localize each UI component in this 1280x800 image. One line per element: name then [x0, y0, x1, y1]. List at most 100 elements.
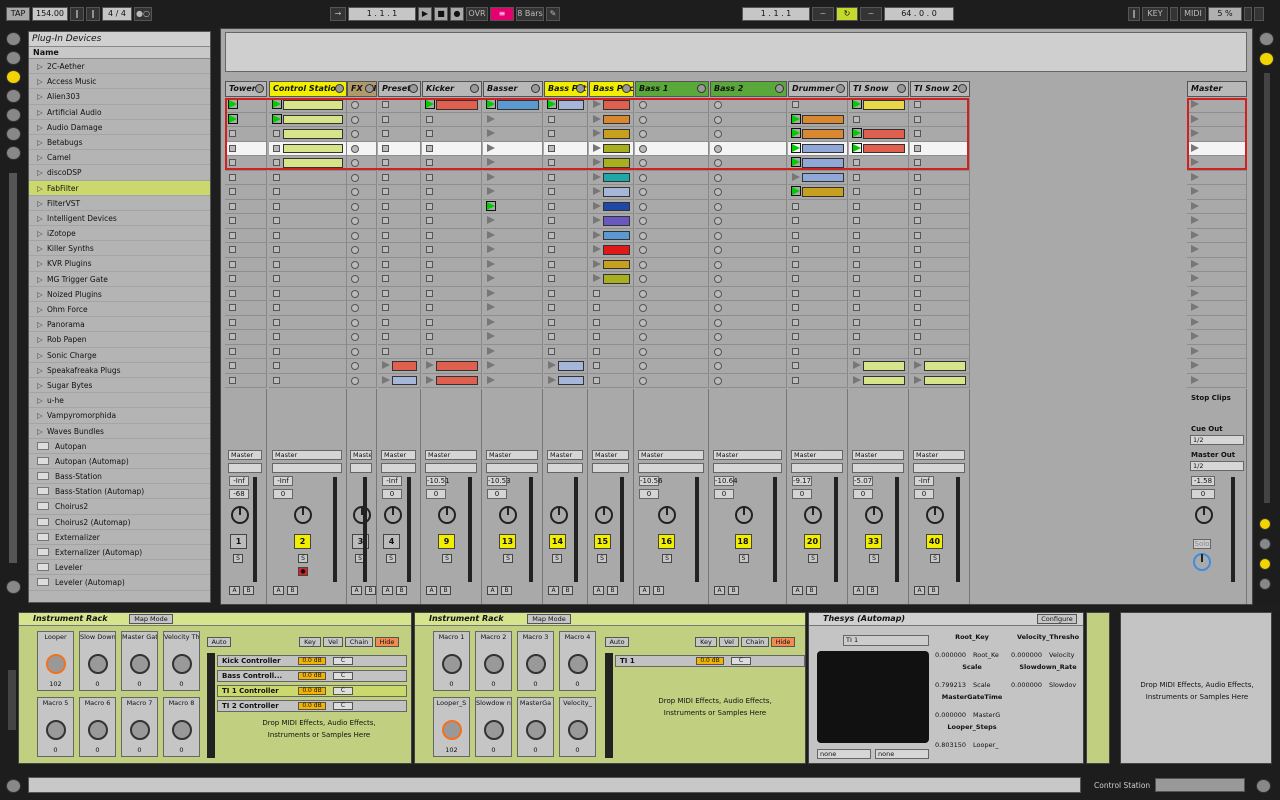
clip-slot[interactable] — [347, 156, 376, 171]
browser-item[interactable]: ▷ Rob Papen — [29, 332, 210, 348]
volume-value[interactable]: -10.51 — [426, 476, 450, 486]
play-clip-icon[interactable] — [791, 113, 801, 124]
browser-item[interactable]: ▷ Betabugs — [29, 135, 210, 151]
stop-button-icon[interactable] — [273, 347, 280, 355]
pan-knob[interactable] — [865, 506, 883, 524]
play-clip-icon[interactable] — [228, 113, 238, 124]
browser-item[interactable]: ▷ iZotope — [29, 226, 210, 242]
track-fold-icon[interactable] — [365, 84, 374, 93]
clip-slot[interactable] — [635, 316, 708, 330]
record-slot-icon[interactable] — [714, 231, 722, 240]
stop-button-icon[interactable] — [382, 347, 389, 355]
stop-button-icon[interactable] — [548, 159, 555, 166]
clip[interactable] — [603, 143, 630, 153]
clip-slot[interactable] — [589, 272, 633, 287]
clip-slot[interactable] — [483, 156, 542, 171]
knob-dial-icon[interactable] — [442, 654, 462, 674]
stop-button-icon[interactable] — [382, 202, 389, 210]
track-header-9[interactable]: Bass 2 — [710, 81, 787, 97]
param-value[interactable]: 0.000000 — [935, 651, 969, 659]
play-clip-icon[interactable] — [426, 375, 434, 384]
volume-value[interactable]: -10.53 — [487, 476, 511, 486]
output-channel-select[interactable] — [381, 463, 416, 473]
stop-button-icon[interactable] — [593, 318, 600, 326]
stop-button-icon[interactable] — [853, 231, 860, 239]
rack-1-vel-tab[interactable]: Vel — [323, 637, 343, 647]
macro-knob-7[interactable]: Macro 7 0 — [121, 697, 158, 757]
metronome-button[interactable]: ●○ — [134, 7, 152, 21]
browser-item[interactable]: ▷ Killer Synths — [29, 241, 210, 257]
thesys-chain-select[interactable]: TI 1 — [843, 635, 929, 646]
stop-button-icon[interactable] — [853, 275, 860, 282]
clip-slot[interactable] — [849, 345, 908, 359]
master-pan-knob[interactable] — [1195, 506, 1213, 524]
browser-item[interactable]: ▷ Camel — [29, 150, 210, 166]
play-clip-icon[interactable] — [593, 100, 601, 108]
clip-slot[interactable] — [544, 113, 587, 127]
clip-slot[interactable] — [849, 214, 908, 229]
track-fold-icon[interactable] — [531, 84, 540, 93]
record-slot-icon[interactable] — [639, 275, 647, 283]
stop-button-icon[interactable] — [914, 115, 921, 123]
io-toggle-icon[interactable] — [1259, 518, 1271, 530]
crossfade-a-button[interactable]: A — [914, 586, 925, 595]
pan-knob[interactable] — [294, 506, 312, 524]
macro-knob-6[interactable]: Macro 6 0 — [79, 697, 116, 757]
clip-slot[interactable] — [422, 200, 481, 214]
volume-value[interactable]: -Inf — [229, 476, 249, 486]
clip-slot[interactable] — [269, 243, 346, 258]
clip-slot[interactable] — [269, 272, 346, 287]
stop-button-icon[interactable] — [548, 304, 555, 311]
track-header-2[interactable]: FX MI — [347, 81, 377, 97]
crossfade-b-button[interactable]: B — [562, 586, 573, 595]
record-slot-icon[interactable] — [639, 246, 647, 254]
clip-slot[interactable] — [422, 243, 481, 258]
clip-slot[interactable] — [544, 330, 587, 345]
play-clip-icon[interactable] — [593, 129, 601, 137]
clip-slot[interactable] — [269, 127, 346, 142]
browser-item[interactable]: ▷ Alien303 — [29, 89, 210, 105]
clip-slot[interactable] — [910, 287, 969, 301]
clip-slot[interactable] — [422, 98, 481, 113]
clip-slot[interactable] — [422, 156, 481, 171]
scene-slot[interactable] — [1187, 330, 1246, 345]
crossfade-b-button[interactable]: B — [607, 586, 618, 595]
stop-button-icon[interactable] — [382, 246, 389, 253]
chain-row[interactable]: Kick Controller 0.0 dB C — [217, 655, 407, 667]
clip[interactable] — [283, 100, 343, 110]
pan-knob[interactable] — [595, 506, 613, 524]
stop-button-icon[interactable] — [382, 130, 389, 137]
output-routing-select[interactable]: Master — [638, 450, 704, 460]
play-clip-icon[interactable] — [487, 288, 495, 297]
stop-button-icon[interactable] — [548, 246, 555, 253]
clip-slot[interactable] — [589, 127, 633, 142]
record-slot-icon[interactable] — [351, 318, 359, 327]
clip-slot[interactable] — [910, 127, 969, 142]
output-routing-select[interactable]: Master — [381, 450, 416, 460]
clip[interactable] — [558, 100, 584, 110]
stop-button-icon[interactable] — [593, 362, 600, 369]
chain-volume[interactable]: 0.0 dB — [298, 657, 326, 665]
output-channel-select[interactable] — [713, 463, 782, 473]
param-value[interactable]: 0.803150 — [935, 741, 969, 749]
browser-item[interactable]: ▷ Sonic Charge — [29, 348, 210, 363]
scene-slot[interactable] — [1187, 214, 1246, 229]
stop-button-icon[interactable] — [914, 173, 921, 181]
track-activator-14[interactable]: 14 — [549, 534, 566, 549]
scene-launch-icon[interactable] — [1191, 201, 1199, 210]
record-slot-icon[interactable] — [351, 130, 359, 138]
record-slot-icon[interactable] — [639, 173, 647, 182]
output-routing-select[interactable]: Master — [350, 450, 372, 460]
track-fold-icon[interactable] — [335, 84, 344, 93]
record-slot-icon[interactable] — [714, 260, 722, 269]
clip-slot[interactable] — [483, 243, 542, 258]
clip-slot[interactable] — [710, 359, 786, 374]
clip-slot[interactable] — [910, 156, 969, 171]
stop-button-icon[interactable] — [792, 318, 799, 326]
scene-slot[interactable] — [1187, 98, 1246, 113]
rack-1-chain-scrollbar[interactable] — [207, 653, 215, 758]
stop-button-icon[interactable] — [914, 202, 921, 210]
volume-value[interactable]: -10.64 — [714, 476, 738, 486]
record-slot-icon[interactable] — [639, 115, 647, 124]
clip-slot[interactable] — [710, 141, 786, 156]
